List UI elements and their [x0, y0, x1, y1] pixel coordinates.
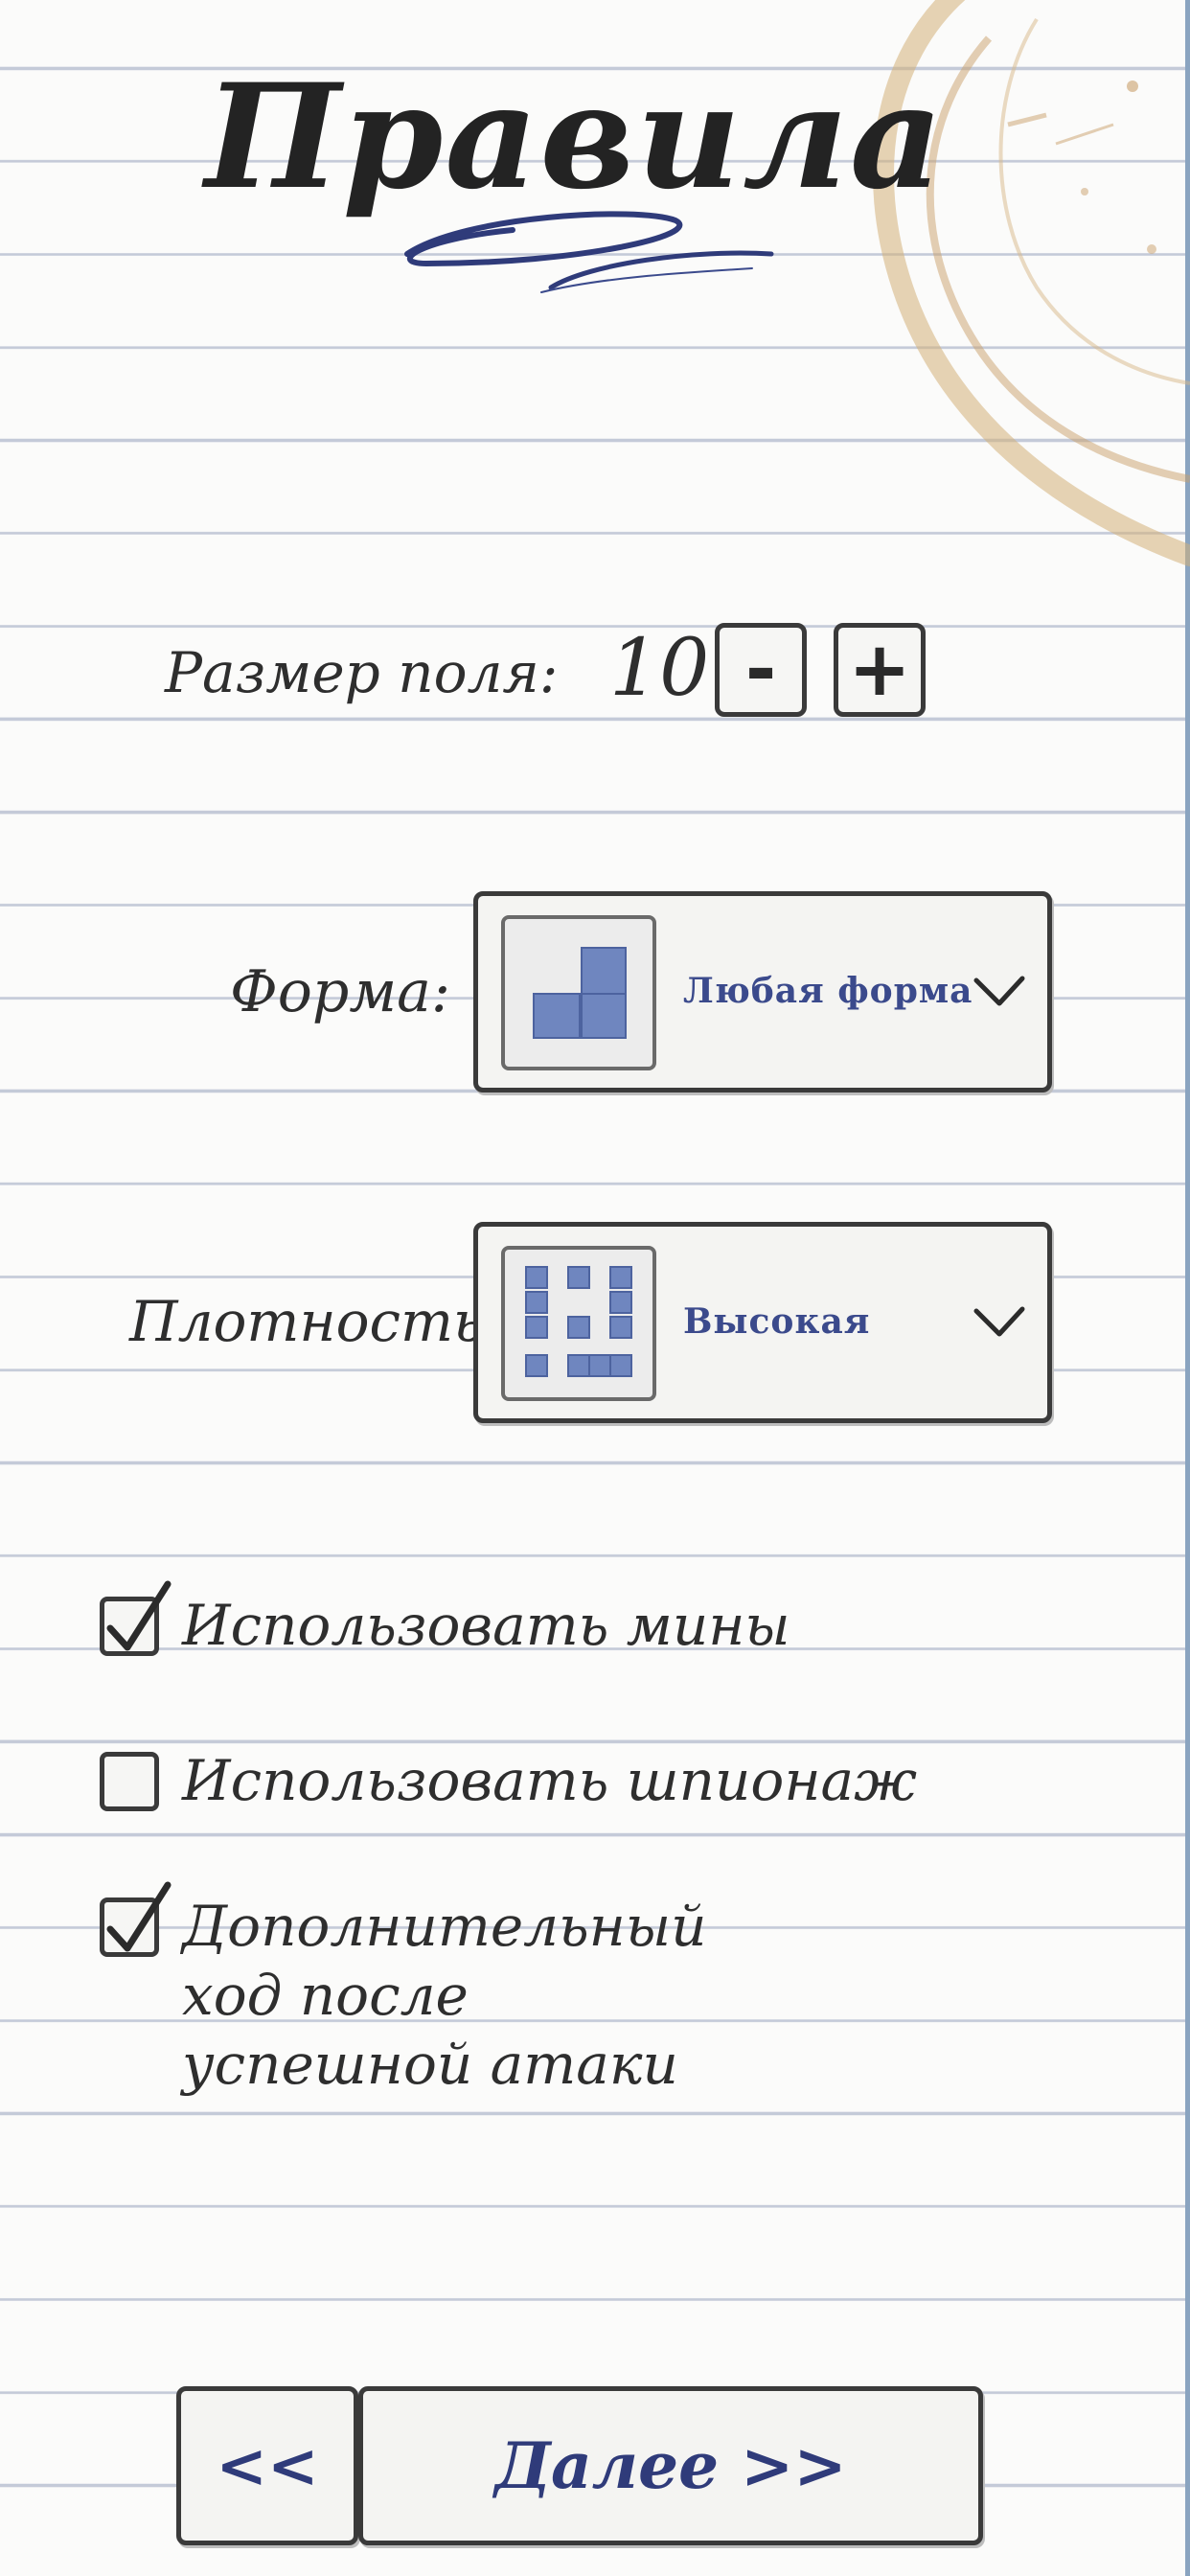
increase-size-button[interactable]: + — [834, 623, 926, 717]
shape-dropdown[interactable]: Любая форма — [473, 891, 1052, 1092]
shape-selected-value: Любая форма — [683, 971, 973, 1011]
extra-turn-checkbox[interactable] — [100, 1881, 172, 1957]
field-size-value: 10 — [609, 623, 710, 714]
paper-margin-line — [1185, 0, 1190, 2576]
density-label: Плотность: — [129, 1289, 503, 1354]
shape-label: Форма: — [230, 958, 451, 1025]
density-dropdown[interactable]: Высокая — [473, 1222, 1052, 1423]
chevron-down-icon — [973, 976, 1025, 1006]
back-button[interactable]: << — [176, 2386, 358, 2545]
checkmark-icon — [106, 1881, 172, 1952]
title-scribble-underline — [404, 211, 774, 293]
use-espionage-label: Использовать шпионаж — [182, 1748, 918, 1813]
extra-turn-label: Дополнительный ход после успешной атаки — [182, 1894, 707, 2097]
use-mines-checkbox[interactable] — [100, 1580, 172, 1656]
density-selected-value: Высокая — [683, 1301, 871, 1342]
use-mines-label: Использовать мины — [182, 1593, 790, 1658]
decrease-size-button[interactable]: - — [715, 623, 807, 717]
use-espionage-checkbox[interactable] — [100, 1752, 159, 1811]
checkmark-icon — [106, 1580, 172, 1651]
density-thumbnail-icon — [501, 1246, 656, 1401]
field-size-label: Размер поля: — [165, 640, 559, 705]
chevron-down-icon — [973, 1306, 1025, 1337]
next-button[interactable]: Далее >> — [358, 2386, 983, 2545]
shape-thumbnail-icon — [501, 915, 656, 1070]
